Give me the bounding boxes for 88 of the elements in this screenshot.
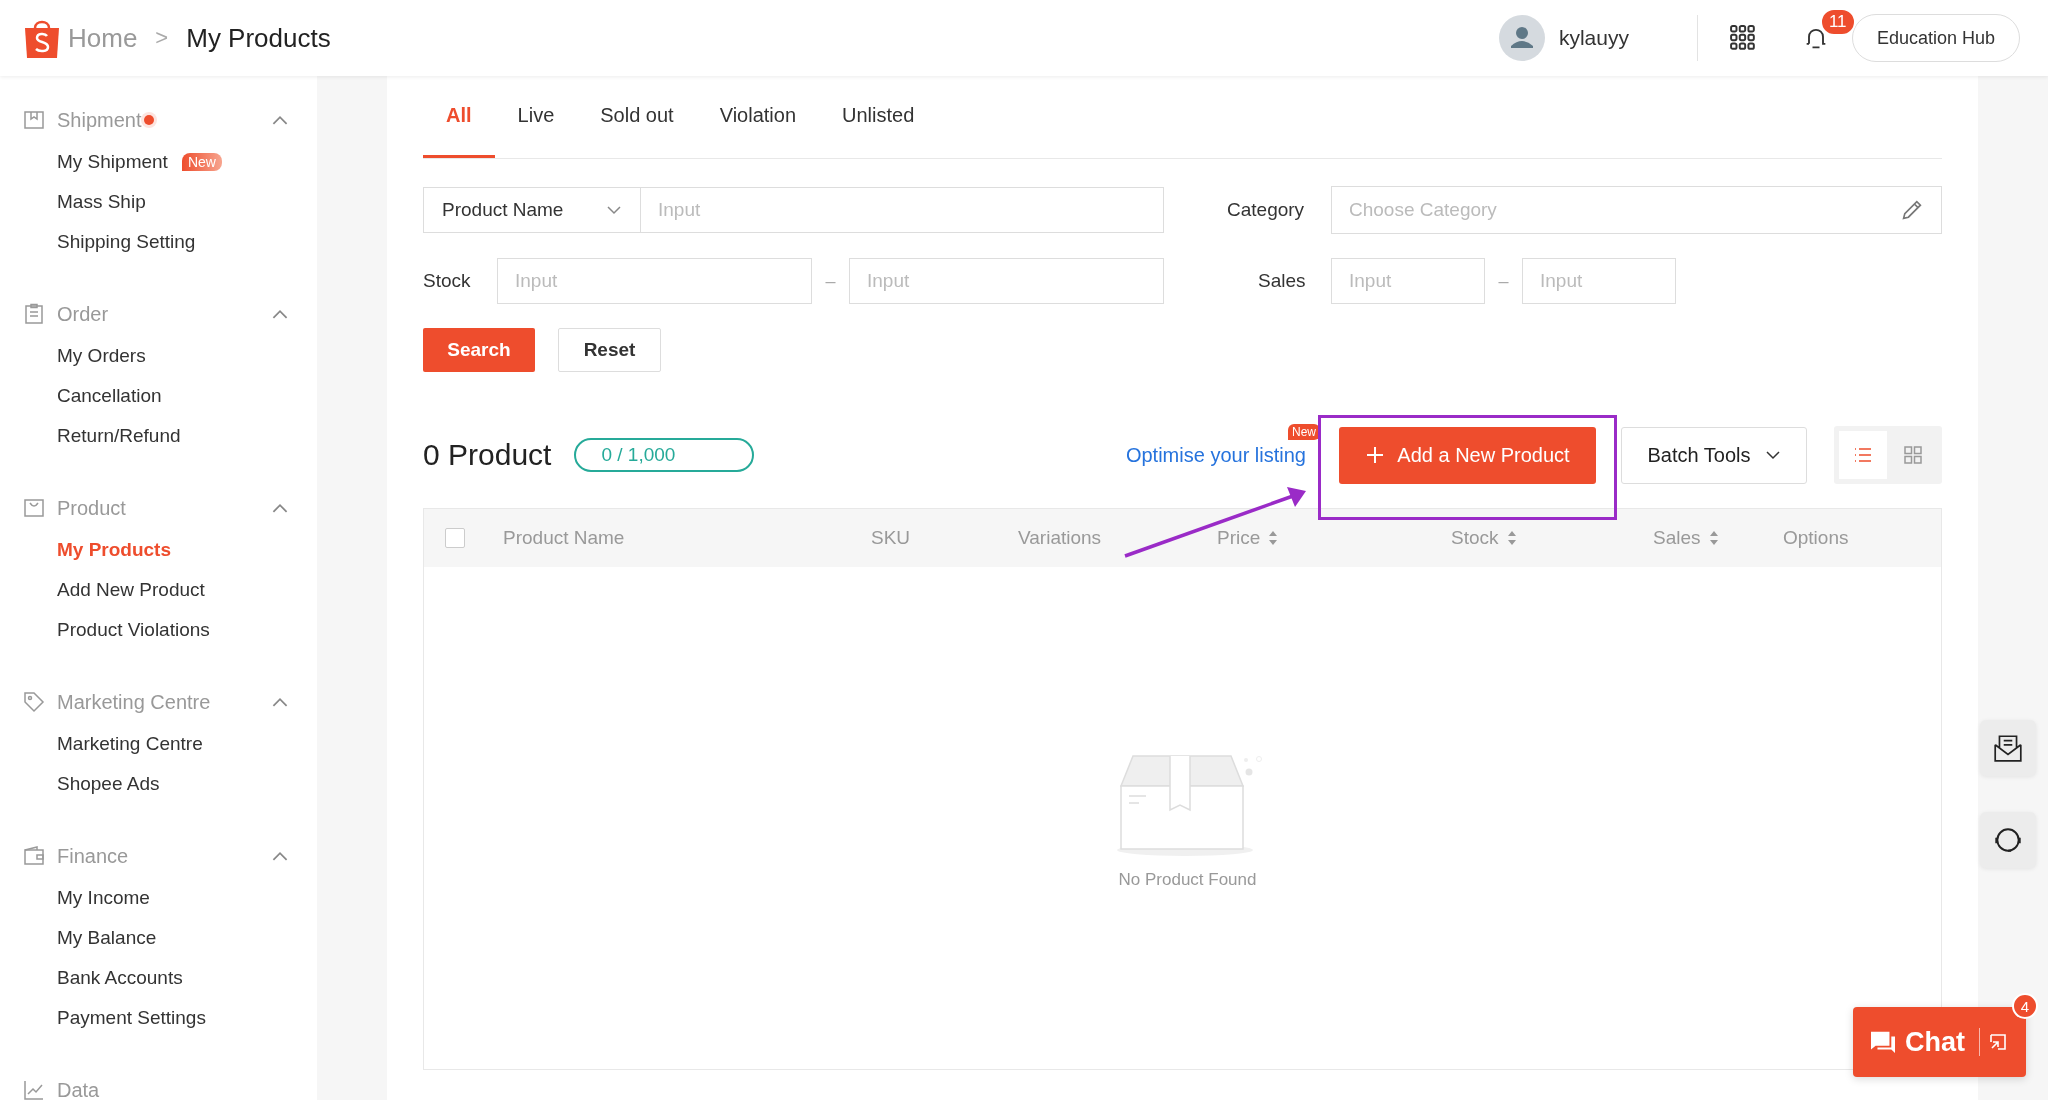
sidebar-item[interactable]: Return/Refund [57, 425, 181, 447]
section-title: Data [57, 1078, 100, 1100]
column-header: Product Name [503, 527, 625, 549]
stock-label: Stock [423, 270, 472, 292]
new-badge: New [1288, 423, 1320, 440]
caret-icon [606, 205, 622, 215]
sidebar-item[interactable]: Bank Accounts [57, 967, 183, 989]
tag-icon [22, 690, 46, 714]
batch-tools-dropdown[interactable]: Batch Tools [1621, 426, 1807, 484]
list-icon [1853, 445, 1873, 465]
add-new-product-button[interactable]: Add a New Product [1339, 426, 1596, 484]
sidebar-item[interactable]: My Income [57, 887, 150, 909]
sidebar-item[interactable]: My Products [57, 539, 172, 561]
sidebar-item[interactable]: Payment Settings [57, 1007, 206, 1029]
sidebar-item[interactable]: Shopee Ads [57, 773, 160, 795]
sort-icon[interactable] [1708, 530, 1719, 546]
product-name-input[interactable]: Input [641, 187, 1164, 233]
tab[interactable]: Unlisted [819, 76, 938, 158]
section-title: Order [57, 302, 109, 326]
column-header: SKU [871, 527, 911, 549]
user-avatar-icon[interactable] [1498, 15, 1545, 61]
sales-max-input[interactable]: Input [1522, 258, 1676, 304]
range-separator: – [824, 270, 837, 292]
column-header: Stock [1451, 527, 1499, 549]
range-separator: – [1497, 270, 1510, 292]
page-title: My Products [186, 22, 331, 54]
plus-icon [1365, 445, 1386, 465]
tab[interactable]: Violation [696, 76, 819, 158]
breadcrumb-separator: > [155, 25, 169, 51]
tab[interactable]: Sold out [577, 76, 697, 158]
chat-count-badge: 4 [2012, 993, 2038, 1019]
chevron-icon[interactable] [271, 502, 289, 514]
package-icon [22, 108, 46, 132]
sidebar-item[interactable]: My Shipment [57, 151, 168, 173]
chevron-icon[interactable] [271, 850, 289, 862]
optimise-listing-link[interactable]: Optimise your listing [1125, 443, 1306, 466]
clipboard-icon [22, 302, 46, 326]
sidebar-item[interactable]: Marketing Centre [57, 733, 203, 755]
bag-icon [22, 496, 46, 520]
mail-icon[interactable] [1980, 720, 2036, 776]
chevron-icon[interactable] [271, 696, 289, 708]
wallet-icon [22, 844, 46, 868]
sidebar-item[interactable]: Shipping Setting [57, 231, 196, 253]
edit-icon[interactable] [1900, 198, 1924, 222]
product-count: 0 Product [423, 438, 552, 472]
stock-min-input[interactable]: Input [497, 258, 812, 304]
sidebar-item[interactable]: My Balance [57, 927, 157, 949]
tab[interactable]: Live [494, 76, 578, 158]
sales-min-input[interactable]: Input [1331, 258, 1485, 304]
sort-icon[interactable] [1268, 530, 1279, 546]
chevron-icon[interactable] [271, 308, 289, 320]
tab[interactable]: All [423, 76, 495, 158]
notification-count-badge: 11 [1819, 8, 1856, 36]
section-title: Shipment [57, 108, 142, 132]
product-quota-pill: 0 / 1,000 [574, 438, 755, 472]
section-title: Finance [57, 844, 129, 868]
select-all-checkbox[interactable] [445, 528, 465, 548]
section-title: Product [57, 496, 126, 520]
headset-icon[interactable] [1980, 812, 2036, 868]
chat-bubbles-icon [1869, 1030, 1897, 1054]
sidebar-item[interactable]: Cancellation [57, 385, 162, 407]
sidebar-item[interactable]: Mass Ship [57, 191, 146, 213]
reset-button[interactable]: Reset [558, 328, 661, 372]
line-chart-icon [22, 1078, 46, 1100]
column-header: Price [1217, 527, 1261, 549]
username[interactable]: kylauyy [1558, 26, 1629, 50]
list-view-button[interactable] [1839, 431, 1887, 479]
sidebar-item[interactable]: Add New Product [57, 579, 205, 601]
new-badge: New [181, 153, 222, 171]
column-header: Sales [1653, 527, 1701, 549]
grid-icon [1903, 445, 1923, 465]
section-title: Marketing Centre [57, 690, 211, 714]
field-select[interactable]: Product Name [423, 187, 641, 233]
empty-state-message: No Product Found [1118, 870, 1257, 890]
education-hub-button[interactable]: Education Hub [1851, 14, 2020, 62]
chevron-icon[interactable] [271, 114, 289, 126]
search-button[interactable]: Search [423, 328, 535, 372]
sidebar-item[interactable]: My Orders [57, 345, 146, 367]
pop-out-icon[interactable] [1988, 1032, 2008, 1052]
column-header: Options [1783, 527, 1849, 549]
column-header: Variations [1018, 527, 1102, 549]
caret-icon [1764, 450, 1781, 460]
apps-grid-icon[interactable] [1729, 25, 1756, 51]
sales-label: Sales [1258, 270, 1307, 292]
category-label: Category [1227, 199, 1306, 221]
stock-max-input[interactable]: Input [849, 258, 1164, 304]
sort-icon[interactable] [1506, 530, 1517, 546]
sidebar-item[interactable]: Product Violations [57, 619, 210, 641]
